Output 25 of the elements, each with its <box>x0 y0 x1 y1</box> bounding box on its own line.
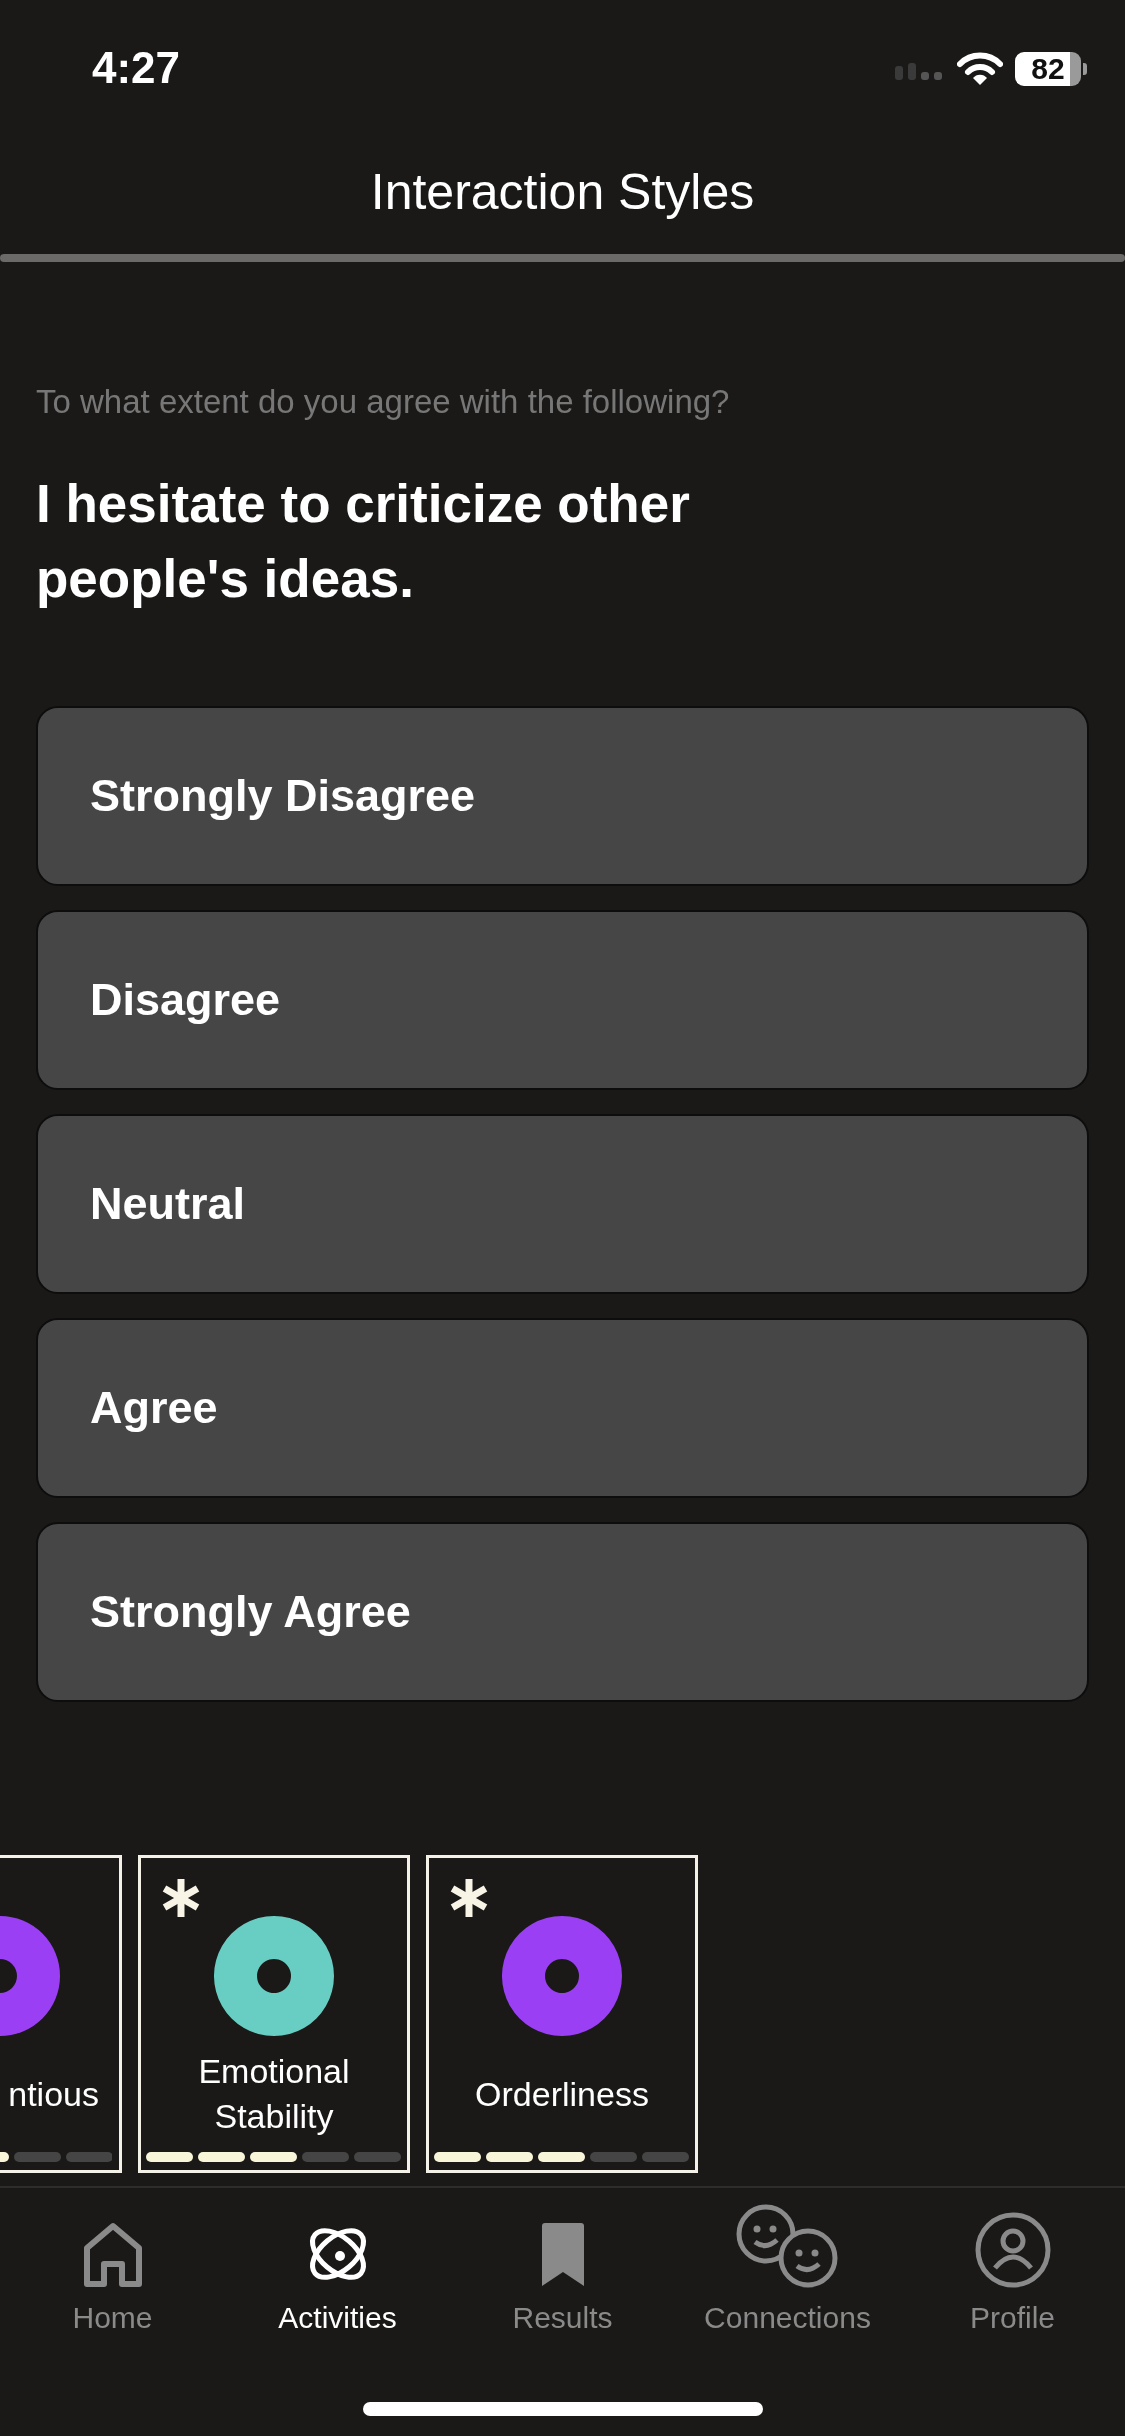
question-prompt: To what extent do you agree with the following? <box>36 382 731 422</box>
trait-label: Orderliness <box>475 2073 649 2115</box>
answer-option[interactable]: Agree <box>36 1318 1089 1498</box>
tab-bar-item[interactable]: Activities <box>225 2188 450 2378</box>
answer-option[interactable]: Neutral <box>36 1114 1089 1294</box>
bookmark-icon <box>539 2222 586 2288</box>
home-icon <box>81 2222 144 2288</box>
tab-bar-item[interactable]: Results <box>450 2188 675 2378</box>
question-text: I hesitate to criticize other people's ideas. <box>36 473 691 610</box>
tab-bar-item[interactable]: Connections <box>675 2188 900 2378</box>
battery-percentage: 82 <box>1031 53 1065 85</box>
trait-label: ntious <box>8 2073 99 2115</box>
status-time: 4:27 <box>92 42 181 94</box>
trait-label: Emotional Stability <box>197 2051 351 2137</box>
answer-option[interactable]: Strongly Disagree <box>36 706 1089 886</box>
screen-title: Interaction Styles <box>370 163 755 222</box>
person-icon <box>974 2212 1051 2288</box>
answer-option[interactable]: Strongly Agree <box>36 1522 1089 1702</box>
trait-card[interactable]: ntious <box>0 1855 122 2173</box>
trait-card[interactable]: Orderliness <box>426 1855 698 2173</box>
tab-bar-item[interactable]: Profile <box>900 2188 1125 2378</box>
trait-card[interactable]: Emotional Stability <box>138 1855 410 2173</box>
tab-bar-item[interactable]: Home <box>0 2188 225 2378</box>
answer-option[interactable]: Disagree <box>36 910 1089 1090</box>
wifi-icon <box>957 52 1003 86</box>
